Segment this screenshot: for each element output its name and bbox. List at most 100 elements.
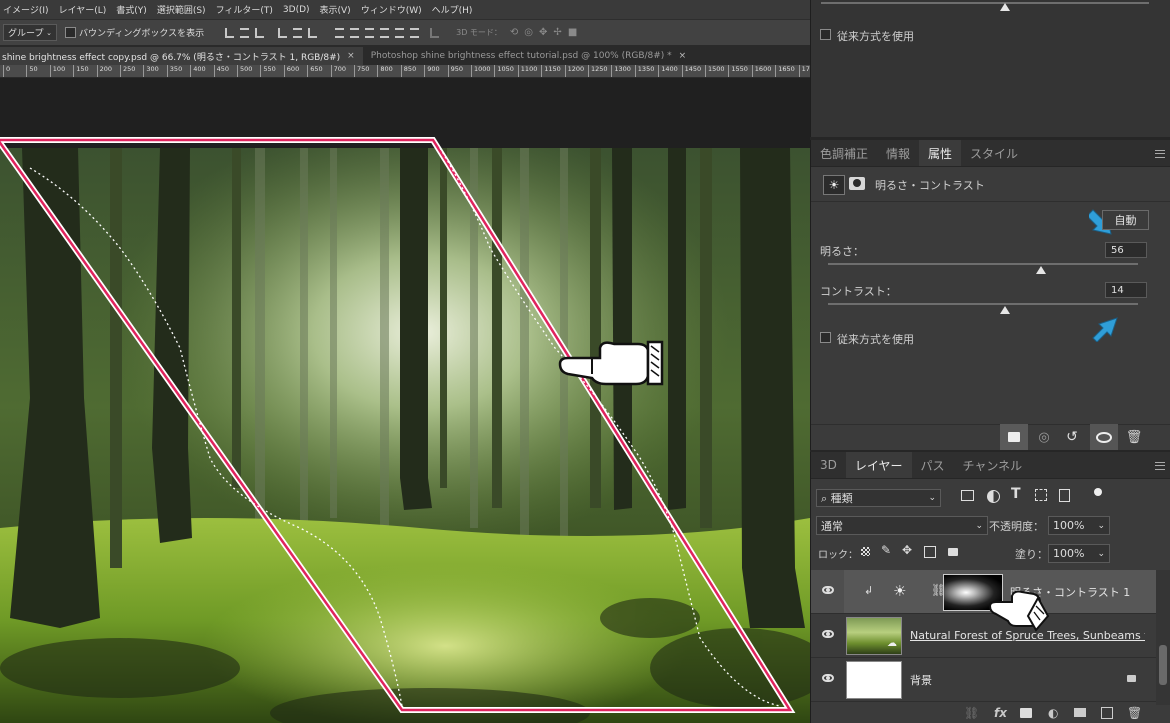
lock-pixels-icon[interactable]: ✎ xyxy=(881,543,891,557)
blend-mode-dropdown[interactable]: 通常 ⌄ xyxy=(816,516,988,535)
align-top-icon[interactable] xyxy=(278,27,288,38)
ruler-tick: 150 xyxy=(73,65,89,77)
contrast-input[interactable]: 14 xyxy=(1105,282,1147,298)
auto-align-icon[interactable] xyxy=(430,27,440,38)
align-left-icon[interactable] xyxy=(225,27,235,38)
panel-menu-icon[interactable] xyxy=(1155,150,1165,158)
tab-3d[interactable]: 3D xyxy=(811,452,846,478)
contrast-arrow-icon xyxy=(1092,317,1118,342)
brightness-slider-track[interactable] xyxy=(828,263,1138,265)
align-vcenter-icon[interactable] xyxy=(240,27,250,38)
show-transform-checkbox[interactable] xyxy=(65,27,76,38)
ruler-tick: 1100 xyxy=(517,65,537,77)
menu-filter[interactable]: フィルター(T) xyxy=(211,3,278,16)
align-bottom-icon[interactable] xyxy=(255,27,265,38)
layer-name[interactable]: 背景 xyxy=(910,672,932,688)
visibility-eye-icon[interactable] xyxy=(1090,424,1118,450)
menu-3d[interactable]: 3D(D) xyxy=(278,5,315,15)
layer-row-forest[interactable]: ☁ Natural Forest of Spruce Trees, Sunbea… xyxy=(811,614,1156,658)
ruler-tick: 550 xyxy=(260,65,276,77)
menu-layer[interactable]: レイヤー(L) xyxy=(54,3,112,16)
distribute-left-icon[interactable] xyxy=(380,27,390,38)
auto-button[interactable]: 自動 xyxy=(1102,210,1149,230)
blend-mode-value: 通常 xyxy=(821,519,843,533)
tab-styles[interactable]: スタイル xyxy=(961,140,1027,166)
eye-icon[interactable] xyxy=(822,586,834,594)
scale-3d-icon[interactable]: ■ xyxy=(568,27,577,38)
tab-layers[interactable]: レイヤー xyxy=(845,452,912,478)
top-slider-thumb[interactable] xyxy=(1000,3,1010,11)
filter-pixel-icon[interactable] xyxy=(961,490,974,501)
ruler-tick: 600 xyxy=(283,65,299,77)
top-slider-track[interactable] xyxy=(821,2,1149,4)
layer-row-brightness[interactable]: ↲ ☀ ⛓ 明るさ・コントラスト 1 xyxy=(811,570,1156,614)
lock-all-icon[interactable] xyxy=(948,548,958,556)
new-layer-icon[interactable] xyxy=(1101,707,1113,719)
distribute-top-icon[interactable] xyxy=(335,27,345,38)
distribute-right-icon[interactable] xyxy=(410,27,420,38)
filter-smartobject-icon[interactable] xyxy=(1059,489,1070,502)
align-right-icon[interactable] xyxy=(308,27,318,38)
roll-3d-icon[interactable]: ◎ xyxy=(524,27,533,38)
canvas-area[interactable] xyxy=(0,78,810,723)
pan-3d-icon[interactable]: ✥ xyxy=(539,27,547,38)
menu-help[interactable]: ヘルプ(H) xyxy=(427,3,478,16)
tab-adjustments[interactable]: 色調補正 xyxy=(811,140,877,166)
brightness-slider-thumb[interactable] xyxy=(1035,266,1046,274)
tab-copy-psd[interactable]: shine brightness effect copy.psd @ 66.7%… xyxy=(0,47,363,65)
filter-shape-icon[interactable] xyxy=(1035,489,1047,501)
layer-filter-dropdown[interactable]: ⌕ 種類 ⌄ xyxy=(816,489,941,507)
tab-paths[interactable]: パス xyxy=(912,452,954,478)
layer-row-background[interactable]: 背景 xyxy=(811,658,1156,702)
ruler-tick: 1150 xyxy=(541,65,561,77)
orbit-3d-icon[interactable]: ⟲ xyxy=(510,27,518,38)
delete-layer-icon[interactable]: 🗑 xyxy=(1127,706,1142,720)
filter-type-icon[interactable]: T xyxy=(1011,486,1021,502)
fx-icon[interactable]: fx xyxy=(994,706,1007,720)
brightness-input[interactable]: 56 xyxy=(1105,242,1147,258)
new-group-icon[interactable] xyxy=(1074,708,1086,717)
menu-type[interactable]: 書式(Y) xyxy=(111,3,152,16)
lock-artboard-icon[interactable] xyxy=(924,546,936,558)
slide-3d-icon[interactable]: ✢ xyxy=(553,27,561,38)
distribute-bottom-icon[interactable] xyxy=(365,27,375,38)
link-layers-icon[interactable]: ⛓ xyxy=(964,706,979,720)
auto-select-dropdown[interactable]: グループ ⌄ xyxy=(3,24,57,41)
document-tabs: shine brightness effect copy.psd @ 66.7%… xyxy=(0,45,810,65)
align-hcenter-icon[interactable] xyxy=(293,27,303,38)
add-mask-icon[interactable] xyxy=(1020,708,1032,718)
panel-menu-icon[interactable] xyxy=(1155,462,1165,470)
eye-icon[interactable] xyxy=(822,674,834,682)
menu-view[interactable]: 表示(V) xyxy=(315,3,356,16)
tab-properties[interactable]: 属性 xyxy=(919,140,962,166)
ruler-tick: 300 xyxy=(143,65,159,77)
reset-icon[interactable]: ↺ xyxy=(1058,424,1086,450)
close-icon[interactable]: × xyxy=(679,51,687,61)
view-previous-icon[interactable]: ◎ xyxy=(1030,424,1058,450)
contrast-slider-track[interactable] xyxy=(828,303,1138,305)
distribute-hcenter-icon[interactable] xyxy=(395,27,405,38)
mask-icon[interactable] xyxy=(849,177,865,190)
filter-toggle-icon[interactable] xyxy=(1094,488,1102,496)
tab-info[interactable]: 情報 xyxy=(877,140,919,166)
new-adjustment-icon[interactable]: ◐ xyxy=(1048,706,1058,720)
menu-image[interactable]: イメージ(I) xyxy=(0,3,54,16)
lock-transparent-icon[interactable] xyxy=(861,547,870,556)
clip-to-layer-icon[interactable] xyxy=(1000,424,1028,450)
tab-channels[interactable]: チャンネル xyxy=(954,452,1032,478)
props-legacy-checkbox[interactable] xyxy=(820,332,831,343)
tab-tutorial-psd[interactable]: Photoshop shine brightness effect tutori… xyxy=(363,47,695,65)
top-legacy-checkbox[interactable] xyxy=(820,29,831,40)
lock-position-icon[interactable]: ✥ xyxy=(902,543,912,557)
opacity-input[interactable]: 100% ⌄ xyxy=(1048,516,1110,535)
eye-icon[interactable] xyxy=(822,630,834,638)
trash-icon[interactable]: 🗑 xyxy=(1120,424,1148,450)
contrast-slider-thumb[interactable] xyxy=(999,306,1010,314)
menu-window[interactable]: ウィンドウ(W) xyxy=(356,3,427,16)
filter-adjustment-icon[interactable] xyxy=(987,490,1000,503)
distribute-vcenter-icon[interactable] xyxy=(350,27,360,38)
layers-scrollbar[interactable] xyxy=(1156,570,1170,705)
close-icon[interactable]: × xyxy=(347,51,355,61)
menu-select[interactable]: 選択範囲(S) xyxy=(152,3,211,16)
fill-input[interactable]: 100% ⌄ xyxy=(1048,544,1110,563)
